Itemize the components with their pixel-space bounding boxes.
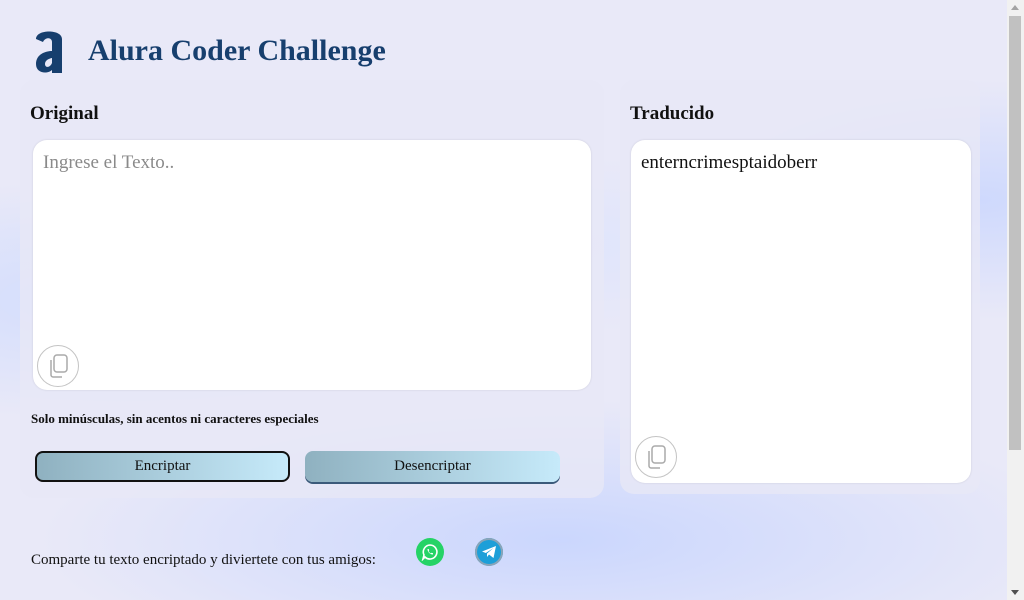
- share-text: Comparte tu texto encriptado y diviertet…: [31, 552, 376, 568]
- copy-translated-button[interactable]: [635, 436, 677, 478]
- input-hint: Solo minúsculas, sin acentos ni caracter…: [31, 411, 319, 426]
- output-text: enterncrimesptaidoberr: [641, 152, 818, 173]
- page-title: Alura Coder Challenge: [88, 34, 386, 67]
- copy-icon: [648, 445, 666, 469]
- original-label: Original: [30, 103, 99, 124]
- copy-original-button[interactable]: [37, 345, 79, 387]
- original-text-input[interactable]: Ingrese el Texto..: [33, 140, 591, 390]
- decrypt-button[interactable]: Desencriptar: [305, 451, 560, 482]
- copy-icon: [50, 354, 68, 378]
- scroll-down-arrow-icon[interactable]: [1011, 590, 1019, 595]
- telegram-share-button[interactable]: [475, 538, 503, 566]
- translated-text-output[interactable]: enterncrimesptaidoberr: [631, 140, 971, 483]
- header: Alura Coder Challenge: [32, 26, 386, 76]
- whatsapp-share-button[interactable]: [416, 538, 444, 566]
- scroll-up-arrow-icon[interactable]: [1011, 5, 1019, 10]
- input-placeholder: Ingrese el Texto..: [43, 152, 175, 173]
- alura-logo-icon: [36, 31, 62, 73]
- translated-label: Traducido: [630, 103, 715, 124]
- whatsapp-icon: [421, 544, 438, 561]
- vertical-scrollbar[interactable]: [1007, 0, 1024, 600]
- original-panel: Original Ingrese el Texto.. Solo minúscu…: [20, 80, 604, 498]
- scrollbar-thumb[interactable]: [1009, 16, 1021, 450]
- telegram-icon: [482, 546, 496, 558]
- translated-panel: Traducido enterncrimesptaidoberr: [620, 80, 980, 494]
- encrypt-button[interactable]: Encriptar: [35, 451, 290, 482]
